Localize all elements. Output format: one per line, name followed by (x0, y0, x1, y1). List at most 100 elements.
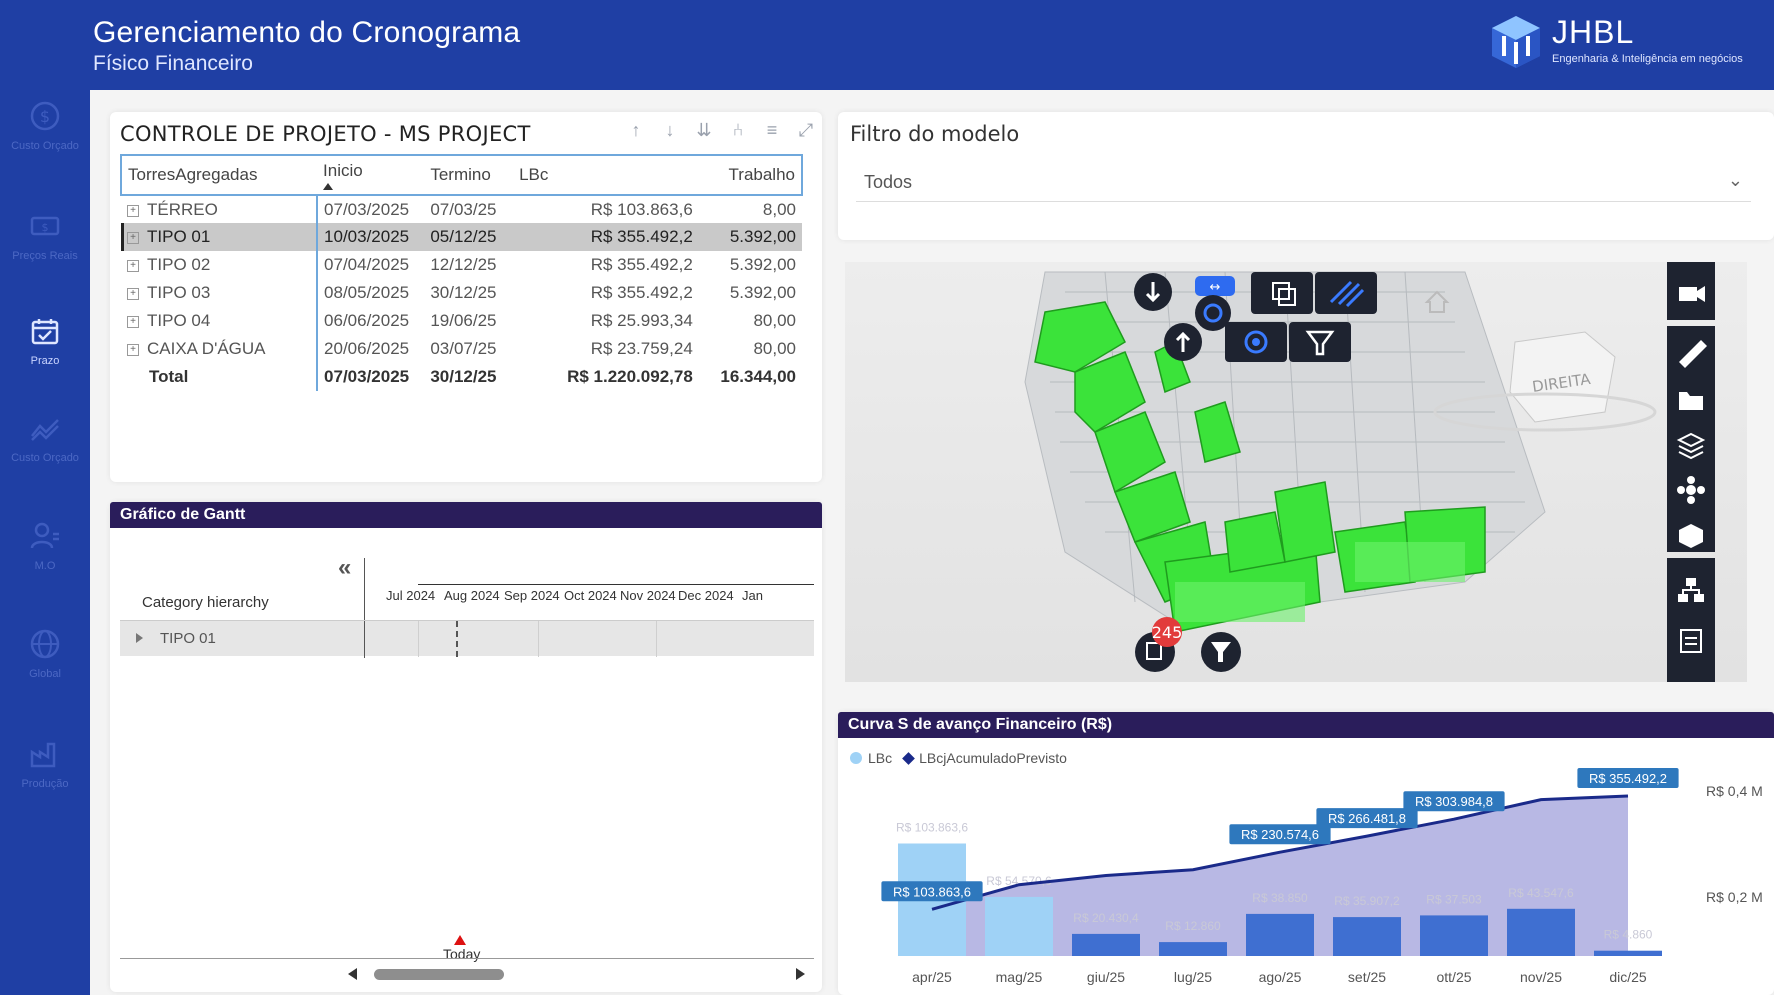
drill-hierarchy-icon[interactable]: ⑃ (728, 120, 748, 141)
cell-total-trabalho: 16.344,00 (720, 367, 796, 386)
sidebar-item-mo[interactable]: M.O (0, 520, 90, 610)
sidebar-item-custo-orcado[interactable]: $ Custo Orçado (0, 100, 90, 190)
table-row[interactable]: + TÉRREO 07/03/2025 07/03/25 R$ 103.863,6 8,0… (121, 195, 802, 223)
sidebar-item-precos-reais[interactable]: $ Preços Reais (0, 210, 90, 300)
table-row[interactable]: + TIPO 02 07/04/2025 12/12/25 R$ 355.492,2 5.… (121, 251, 802, 279)
cell-trabalho: 80,00 (753, 311, 796, 330)
gantt-month-labels: Jul 2024 Aug 2024 Sep 2024 Oct 2024 Nov … (364, 588, 814, 608)
table-row[interactable]: + TIPO 04 06/06/2025 19/06/25 R$ 25.993,34 80… (121, 307, 802, 335)
filter-model-button[interactable] (1289, 322, 1351, 362)
bar-lbc[interactable] (1507, 908, 1575, 956)
bar-lbc[interactable] (1594, 950, 1662, 956)
visual-toolbar: ↑ ↓ ⇊ ⑃ ≡ ⤢ (626, 120, 816, 141)
bar-lbc[interactable] (1333, 917, 1401, 956)
expand-all-icon[interactable]: ⇊ (694, 120, 714, 141)
column-header-torres[interactable]: TorresAgregadas (119, 154, 318, 196)
column-header-inicio[interactable]: Inicio (317, 154, 425, 196)
scroll-left-arrow[interactable] (348, 968, 357, 980)
sidebar-item-prazo[interactable]: Prazo (0, 315, 90, 405)
xray-button[interactable] (1315, 272, 1377, 314)
orbit-button[interactable]: ↔ (1195, 276, 1235, 296)
today-label: Today (443, 946, 481, 962)
expand-row-icon[interactable]: + (127, 204, 139, 217)
focus-mode-icon[interactable]: ⤢ (796, 120, 816, 141)
expand-row-icon[interactable]: + (127, 232, 139, 244)
cell-total-lbc: R$ 1.220.092,78 (567, 367, 693, 386)
clear-filter-button[interactable] (1201, 632, 1241, 672)
cell-inicio: 08/05/2025 (324, 283, 410, 302)
cell-total-termino: 30/12/25 (430, 367, 497, 386)
sort-ascending-icon (323, 182, 334, 190)
category-hierarchy-label: Category hierarchy (142, 594, 269, 611)
table-row[interactable]: + TIPO 03 08/05/2025 30/12/25 R$ 355.492,2 5.… (121, 279, 802, 307)
gantt-title: Gráfico de Gantt (110, 502, 822, 528)
cell-lbc: R$ 103.863,6 (590, 199, 693, 219)
calendar-icon (31, 319, 59, 345)
bar-lbc[interactable] (985, 896, 1053, 956)
collapse-icon[interactable]: « (338, 554, 351, 582)
target-button[interactable] (1225, 322, 1287, 362)
factory-icon (30, 742, 56, 768)
drill-down-icon[interactable]: ↓ (660, 120, 680, 141)
bar-lbc[interactable] (1420, 915, 1488, 956)
column-header-lbc[interactable]: LBc (513, 154, 699, 196)
cell-label: Total (149, 367, 189, 386)
sidebar-item-producao[interactable]: Produção (0, 738, 90, 828)
cell-inicio: 06/06/2025 (324, 311, 410, 330)
cell-label: TÉRREO (147, 199, 218, 219)
section-up-button[interactable] (1164, 323, 1202, 361)
expand-row-icon[interactable]: + (127, 316, 139, 328)
filter-title: Filtro do modelo (850, 122, 1020, 146)
section-down-button[interactable] (1134, 273, 1172, 311)
cell-lbc: R$ 355.492,2 (513, 223, 699, 251)
sidebar-item-custo-orcado-2[interactable]: Custo Orçado (0, 412, 90, 502)
table-row[interactable]: + CAIXA D'ÁGUA 20/06/2025 03/07/25 R$ 23.759… (121, 335, 802, 363)
model-filter-dropdown[interactable]: Todos ⌄ (856, 162, 1751, 202)
bar-lbc[interactable] (1072, 933, 1140, 956)
line-data-label: R$ 103.863,6 (893, 884, 971, 899)
filter-icon[interactable]: ≡ (762, 120, 782, 141)
gantt-month: Aug 2024 (444, 588, 500, 603)
column-header-label: TorresAgregadas (128, 165, 258, 184)
cell-lbc: R$ 355.492,2 (590, 255, 693, 274)
cell-termino: 03/07/25 (430, 339, 497, 358)
table-total-row: Total 07/03/2025 30/12/25 R$ 1.220.092,78 16… (121, 363, 802, 391)
line-data-label: R$ 230.574,6 (1241, 827, 1319, 842)
isolate-button[interactable] (1251, 272, 1313, 314)
bim-3d-viewer[interactable]: DIREITA ↔ 245 (845, 262, 1747, 682)
horizontal-scrollbar[interactable] (374, 969, 504, 980)
sidebar-item-label: Global (29, 668, 61, 680)
building-model[interactable]: DIREITA ↔ 245 (845, 262, 1747, 682)
drill-up-icon[interactable]: ↑ (626, 120, 646, 141)
cell-trabalho: 5.392,00 (729, 283, 796, 302)
gantt-month: Sep 2024 (504, 588, 560, 603)
project-table: TorresAgregadas Inicio Termino LBc Traba… (119, 154, 804, 391)
column-header-termino[interactable]: Termino (424, 154, 514, 196)
column-header-label: LBc (519, 165, 549, 184)
gantt-month: Dec 2024 (678, 588, 734, 603)
svg-text:$: $ (42, 221, 49, 234)
expand-row-icon[interactable]: + (127, 344, 139, 356)
cell-termino: 05/12/25 (424, 223, 514, 251)
x-axis-tick-label: lug/25 (1174, 969, 1212, 985)
gantt-today-line (456, 621, 458, 657)
sidebar: $ Custo Orçado $ Preços Reais Prazo Cust… (0, 90, 90, 995)
badge-count: 245 (1152, 623, 1183, 642)
worker-icon (30, 522, 59, 549)
gantt-task-row[interactable]: TIPO 01 (120, 620, 814, 657)
table-row[interactable]: + TIPO 01 10/03/2025 05/12/25 R$ 355.492,2 5.… (121, 223, 802, 251)
today-marker-icon (454, 935, 466, 945)
cell-trabalho: 80,00 (753, 339, 796, 358)
expand-row-icon[interactable]: + (127, 288, 139, 300)
cell-lbc: R$ 23.759,24 (590, 339, 693, 358)
scroll-right-arrow[interactable] (796, 968, 805, 980)
cell-torre: + TIPO 04 (121, 307, 319, 335)
bar-lbc[interactable] (1246, 913, 1314, 956)
bar-lbc[interactable] (1159, 942, 1227, 956)
expand-row-icon[interactable]: + (127, 260, 139, 272)
cell-label: CAIXA D'ÁGUA (147, 339, 266, 358)
column-header-trabalho[interactable]: Trabalho (698, 154, 804, 196)
sidebar-item-global[interactable]: Global (0, 628, 90, 718)
expand-row-icon[interactable] (136, 633, 143, 643)
x-axis-tick-label: ott/25 (1436, 969, 1471, 985)
